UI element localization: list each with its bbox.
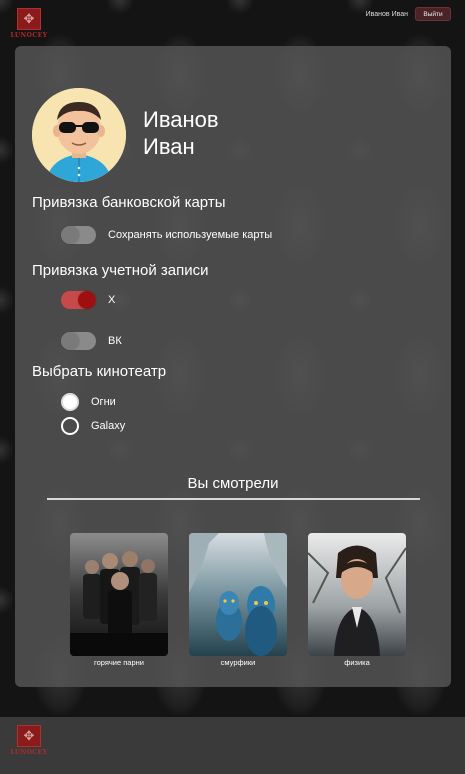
avatar-image	[32, 88, 126, 182]
movie-card[interactable]: смурфики	[189, 533, 287, 667]
movie-card[interactable]: физика	[308, 533, 406, 667]
header: ✥ LUNOCEY Иванов Иван Выйти	[0, 0, 465, 44]
account-x-label: X	[108, 294, 116, 306]
cinema-galaxy-radio[interactable]	[61, 417, 79, 435]
logo-emblem-icon: ✥	[17, 725, 41, 747]
footer-logo-text: LUNOCEY	[10, 749, 48, 756]
cinema-ogni-radio[interactable]	[61, 393, 79, 411]
header-user-name[interactable]: Иванов Иван	[366, 11, 408, 18]
footer: ✥ LUNOCEY	[0, 717, 465, 774]
save-cards-toggle[interactable]	[61, 226, 96, 244]
save-cards-row: Сохранять используемые карты	[61, 226, 272, 244]
profile-name: Иванов Иван	[143, 106, 219, 160]
account-vk-row: ВК	[61, 332, 122, 350]
movie-caption: физика	[344, 658, 370, 667]
cinema-galaxy-label: Galaxy	[91, 420, 126, 432]
accounts-section-title: Привязка учетной записи	[32, 262, 209, 279]
account-x-toggle[interactable]	[61, 291, 96, 309]
movie-card[interactable]: горячие парни	[70, 533, 168, 667]
save-cards-label: Сохранять используемые карты	[108, 229, 273, 241]
toggle-knob	[78, 291, 96, 309]
account-vk-label: ВК	[108, 335, 122, 347]
cinema-section-title: Выбрать кинотеатр	[32, 363, 167, 380]
movie-caption: горячие парни	[94, 658, 144, 667]
watched-divider	[47, 498, 420, 500]
movie-poster-image	[70, 533, 168, 656]
profile-first-name: Иван	[143, 134, 195, 159]
footer-logo[interactable]: ✥ LUNOCEY	[10, 725, 48, 756]
movie-poster[interactable]	[189, 533, 287, 656]
account-vk-toggle[interactable]	[61, 332, 96, 350]
movie-poster[interactable]	[308, 533, 406, 656]
account-x-row: X	[61, 291, 115, 309]
profile-last-name: Иванов	[143, 107, 219, 132]
avatar	[32, 88, 126, 182]
profile-card: Иванов Иван Привязка банковской карты Со…	[15, 46, 451, 687]
movie-caption: смурфики	[220, 658, 256, 667]
movie-poster-image	[189, 533, 287, 656]
cinema-option-ogni: Огни	[61, 393, 116, 411]
logo-text: LUNOCEY	[10, 32, 48, 39]
cinema-option-galaxy: Galaxy	[61, 417, 125, 435]
logout-button[interactable]: Выйти	[415, 7, 451, 21]
movie-poster-image	[308, 533, 406, 656]
cinema-ogni-label: Огни	[91, 396, 116, 408]
logo[interactable]: ✥ LUNOCEY	[10, 8, 48, 39]
movie-poster[interactable]	[70, 533, 168, 656]
watched-title: Вы смотрели	[187, 475, 279, 492]
toggle-knob	[61, 226, 79, 244]
bank-section-title: Привязка банковской карты	[32, 194, 226, 211]
toggle-knob	[61, 332, 79, 350]
logo-emblem-icon: ✥	[17, 8, 41, 30]
